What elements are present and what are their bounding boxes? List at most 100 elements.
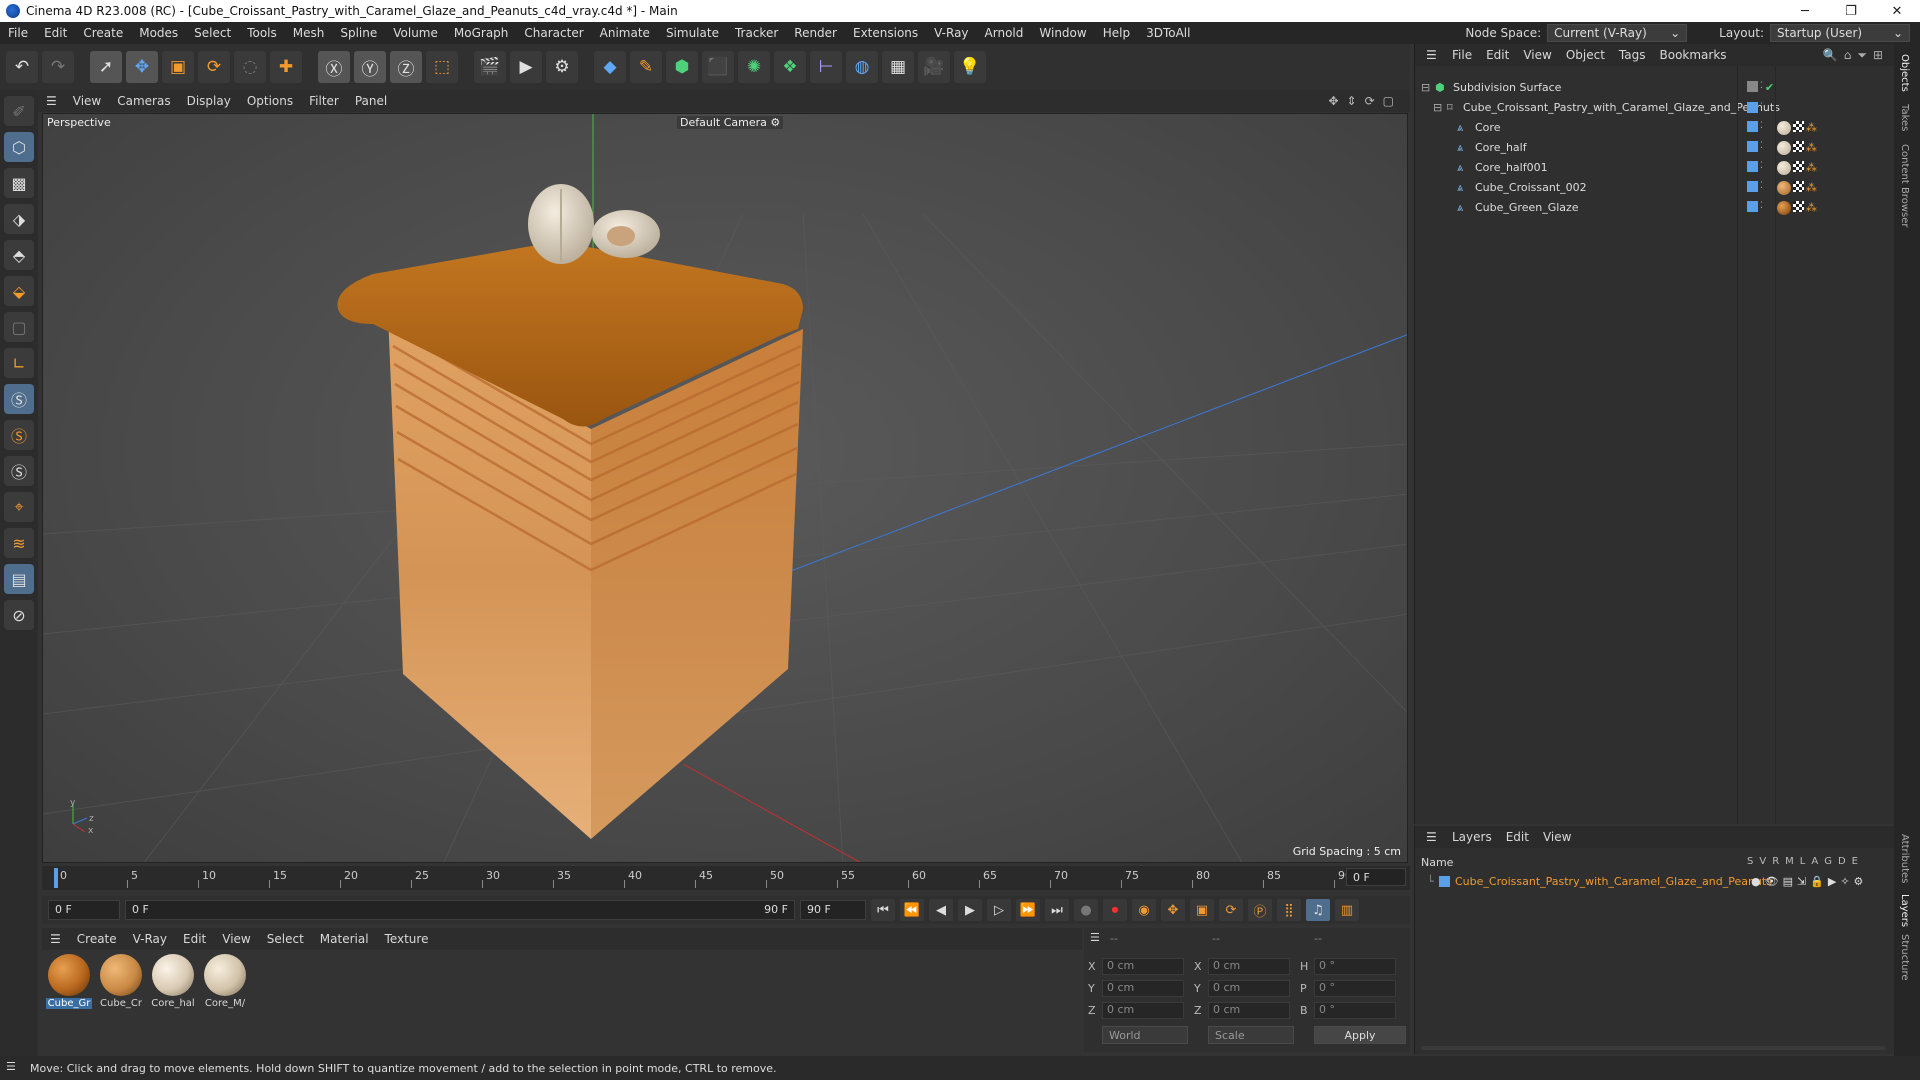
play-icon[interactable]: ▶ (958, 899, 982, 921)
menu-tracker[interactable]: Tracker (727, 26, 786, 40)
visibility-dots-icon[interactable]: ⁚ (1760, 141, 1763, 155)
collapse-icon[interactable]: ⊟ (1421, 81, 1430, 94)
start-frame-field[interactable]: 0 F (48, 900, 120, 920)
tab-layers[interactable]: Layers (1899, 894, 1910, 927)
render-region-icon[interactable]: 🎬 (474, 51, 506, 83)
visibility-dots-icon[interactable]: ⁚ (1760, 201, 1763, 215)
material-swatch[interactable]: Core_hal (150, 954, 196, 1046)
coord-mode-dropdown[interactable]: Scale (1208, 1026, 1294, 1044)
menu-extensions[interactable]: Extensions (845, 26, 926, 40)
coordinate-system-icon[interactable]: ⬚ (426, 51, 458, 83)
motion-sound-icon[interactable]: ♫ (1306, 899, 1330, 921)
object-menu-view[interactable]: View (1516, 48, 1558, 62)
uv-mode-icon[interactable]: ▢ (4, 312, 34, 342)
next-key-icon[interactable]: ⏩ (1016, 899, 1040, 921)
selection-tag-icon[interactable]: ⁂ (1806, 161, 1817, 175)
spline-pen-icon[interactable]: ✎ (630, 51, 662, 83)
layer-swatch[interactable] (1747, 200, 1758, 212)
position-z-field[interactable]: 0 cm (1102, 1002, 1184, 1019)
selection-tag-icon[interactable]: ⁂ (1806, 121, 1817, 135)
next-frame-icon[interactable]: ▷ (987, 899, 1011, 921)
material-menu-view[interactable]: View (214, 932, 258, 946)
menu-help[interactable]: Help (1095, 26, 1138, 40)
floor-environment-icon[interactable]: ▦ (882, 51, 914, 83)
rotate-tool-icon[interactable]: ⟳ (198, 51, 230, 83)
timeline-ruler[interactable]: 0 5 10 15 20 25 30 35 40 45 50 55 60 65 70 75 80 85 90 0 F (42, 866, 1410, 890)
layer-swatch[interactable] (1747, 160, 1758, 172)
layer-flag-icons[interactable]: ●👁▤⇲🔒▶✧⚙ (1751, 875, 1867, 888)
layer-menu-layers[interactable]: Layers (1445, 830, 1499, 844)
layer-swatch[interactable] (1747, 120, 1758, 132)
subdivision-generator-icon[interactable]: ⬢ (666, 51, 698, 83)
redo-icon[interactable]: ↷ (42, 51, 74, 83)
selection-tag-icon[interactable]: ⁂ (1806, 201, 1817, 215)
tab-takes[interactable]: Takes (1899, 104, 1910, 131)
snap-settings-icon[interactable]: Ⓢ (4, 420, 34, 450)
rotation-h-field[interactable]: 0 ° (1314, 958, 1396, 975)
camera-label[interactable]: Default Camera ⚙ (677, 116, 784, 129)
tab-attributes[interactable]: Attributes (1899, 834, 1910, 883)
key-scale-icon[interactable]: ▣ (1190, 899, 1214, 921)
goto-end-icon[interactable]: ⏭ (1045, 899, 1069, 921)
menu-3dtoall[interactable]: 3DToAll (1138, 26, 1198, 40)
key-position-icon[interactable]: ✥ (1161, 899, 1185, 921)
key-rotation-icon[interactable]: ⟳ (1219, 899, 1243, 921)
horizontal-scrollbar[interactable] (1421, 1046, 1885, 1050)
x-axis-lock-icon[interactable]: Ⓧ (318, 51, 350, 83)
menu-animate[interactable]: Animate (592, 26, 658, 40)
key-pla-icon[interactable]: ⣿ (1277, 899, 1301, 921)
visibility-dots-icon[interactable]: ⁚ (1760, 81, 1763, 94)
hamburger-icon[interactable]: ☰ (38, 94, 65, 108)
hamburger-icon[interactable]: ☰ (1090, 931, 1100, 944)
key-parameter-icon[interactable]: Ⓟ (1248, 899, 1272, 921)
hamburger-icon[interactable]: ☰ (1419, 830, 1444, 844)
uvw-tag-icon[interactable] (1792, 180, 1804, 192)
material-swatch[interactable]: Core_M/ (202, 954, 248, 1046)
layer-swatch[interactable] (1747, 140, 1758, 152)
camera-icon[interactable]: 🎥 (918, 51, 950, 83)
object-row[interactable]: ⩓ Cube_Croissant_002 ⁚ ⁂ (1415, 178, 1895, 197)
node-space-dropdown[interactable]: Current (V-Ray) ⌄ (1547, 24, 1688, 42)
material-menu-material[interactable]: Material (312, 932, 377, 946)
object-menu-tags[interactable]: Tags (1612, 48, 1653, 62)
menu-mesh[interactable]: Mesh (285, 26, 333, 40)
material-swatch[interactable]: Cube_Cr (98, 954, 144, 1046)
menu-mograph[interactable]: MoGraph (446, 26, 517, 40)
object-row[interactable]: ⊟ ⬢ Subdivision Surface ⁚ ✔ (1415, 78, 1895, 97)
paint-tool-icon[interactable]: ✐ (4, 96, 34, 126)
menu-modes[interactable]: Modes (131, 26, 186, 40)
layer-swatch[interactable] (1747, 81, 1758, 92)
apply-button[interactable]: Apply (1314, 1026, 1406, 1044)
layer-swatch[interactable] (1747, 180, 1758, 192)
material-menu-vray[interactable]: V-Ray (125, 932, 175, 946)
prev-key-icon[interactable]: ⏪ (900, 899, 924, 921)
menu-edit[interactable]: Edit (36, 26, 75, 40)
menu-character[interactable]: Character (516, 26, 591, 40)
layer-swatch[interactable] (1747, 102, 1758, 113)
undo-icon[interactable]: ↶ (6, 51, 38, 83)
z-axis-lock-icon[interactable]: Ⓩ (390, 51, 422, 83)
visibility-dots-icon[interactable]: ⁚ (1760, 102, 1763, 113)
cube-primitive-icon[interactable]: ◆ (594, 51, 626, 83)
viewport-menu-panel[interactable]: Panel (347, 94, 395, 108)
snap-quantize-icon[interactable]: Ⓢ (4, 456, 34, 486)
object-row[interactable]: ⩓ Cube_Green_Glaze ⁚ ⁂ (1415, 198, 1895, 217)
object-row[interactable]: ⩓ Core_half001 ⁚ ⁂ (1415, 158, 1895, 177)
light-icon[interactable]: 💡 (954, 51, 986, 83)
cloner-icon[interactable]: ✺ (738, 51, 770, 83)
locked-workplane-icon[interactable]: ⊘ (4, 600, 34, 630)
texture-mode-icon[interactable]: ▩ (4, 168, 34, 198)
scale-tool-icon[interactable]: ▣ (162, 51, 194, 83)
y-axis-lock-icon[interactable]: Ⓨ (354, 51, 386, 83)
size-z-field[interactable]: 0 cm (1208, 1002, 1290, 1019)
viewport-menu-options[interactable]: Options (239, 94, 301, 108)
visibility-dots-icon[interactable]: ⁚ (1760, 181, 1763, 195)
object-menu-object[interactable]: Object (1559, 48, 1612, 62)
hamburger-icon[interactable]: ☰ (42, 932, 69, 946)
field-icon[interactable]: ◍ (846, 51, 878, 83)
visibility-dots-icon[interactable]: ⁚ (1760, 121, 1763, 135)
magnet-icon[interactable]: ⌖ (4, 492, 34, 522)
rotation-b-field[interactable]: 0 ° (1314, 1002, 1396, 1019)
select-cursor-icon[interactable]: ➚ (90, 51, 122, 83)
uvw-tag-icon[interactable] (1792, 120, 1804, 132)
